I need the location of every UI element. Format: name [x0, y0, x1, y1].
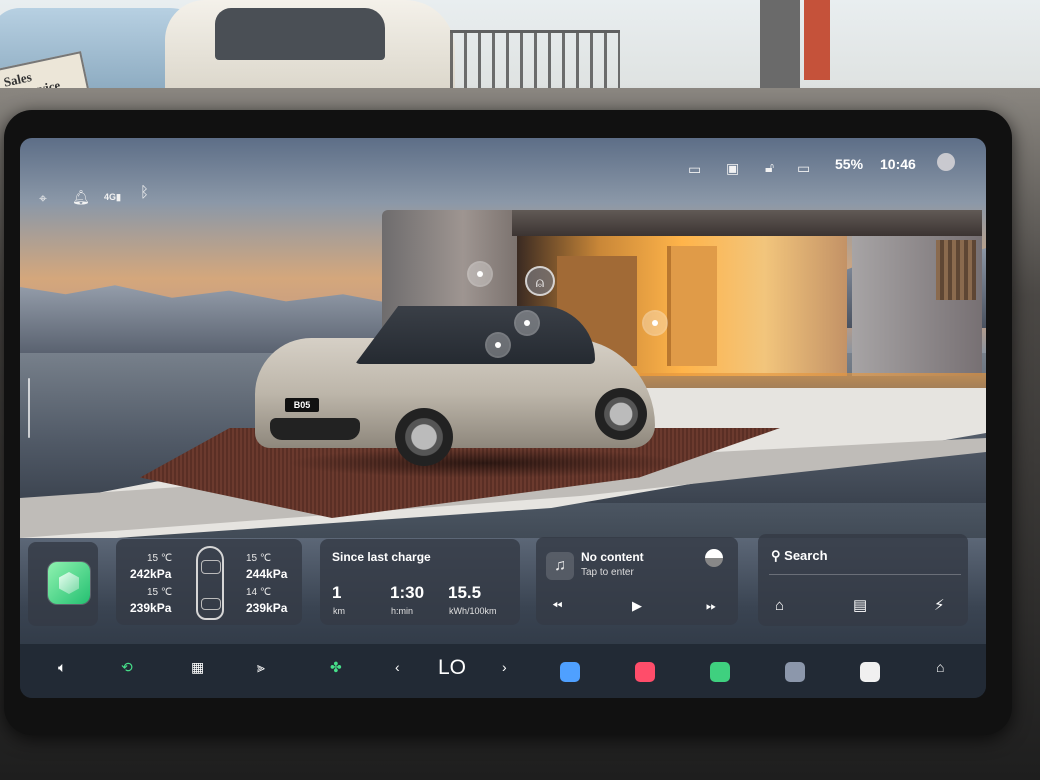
drawer-handle[interactable] — [28, 378, 30, 438]
search-divider — [769, 574, 961, 575]
climate-temperature[interactable]: LO — [438, 657, 466, 679]
duration-value: 1:30 — [390, 583, 425, 602]
cube-app-icon[interactable] — [48, 562, 90, 604]
music-app-icon[interactable] — [635, 662, 655, 682]
tire-rr-temp: 14 ℃ — [246, 587, 272, 598]
tire-rr-pressure: 239kPa — [246, 601, 288, 615]
charging-bolt-icon[interactable]: ⚡︎ — [934, 597, 945, 615]
recirculation-icon[interactable]: ⟲ — [121, 658, 133, 676]
vehicle-badge: B05 — [285, 398, 319, 412]
tire-fl-temp: 15 ℃ — [147, 553, 173, 564]
infotainment-screen: B05 ⍝ ⌖ 🔔︎ 4G▮ ᛒ ▭ ▣ 🔓︎ ▭ 55% 10:46 15 ℃… — [20, 138, 986, 698]
front-wheel — [395, 408, 453, 466]
search-icon: ⚲ — [771, 548, 781, 563]
distance-value: 1 — [332, 583, 342, 602]
battery-percent: 55% — [835, 156, 864, 172]
rear-defrost-icon[interactable]: ▦ — [191, 658, 204, 676]
distance-unit: km — [333, 606, 345, 616]
unlock-icon[interactable]: 🔓︎ — [765, 158, 774, 176]
previous-icon[interactable]: ⏪︎ — [552, 598, 562, 614]
hotspot-frunk[interactable] — [469, 263, 491, 285]
tire-fr-pressure: 244kPa — [246, 567, 288, 581]
hotspot-mirror[interactable] — [487, 334, 509, 356]
temp-decrease-icon[interactable]: ‹ — [395, 658, 400, 676]
location-icon[interactable]: ⌖ — [39, 189, 47, 207]
clock: 10:46 — [880, 156, 916, 172]
vehicle-model[interactable]: B05 — [255, 298, 685, 478]
user-avatar[interactable] — [937, 153, 955, 171]
since-last-charge-title: Since last charge — [332, 550, 431, 564]
bluetooth-icon[interactable]: ᛒ — [140, 184, 149, 202]
app-launcher-icon[interactable] — [860, 662, 880, 682]
search-field[interactable]: ⚲ Search — [771, 548, 828, 564]
home-icon[interactable]: ⌂ — [775, 597, 784, 615]
bell-icon[interactable]: 🔔︎ — [72, 188, 90, 206]
pillar — [760, 0, 800, 90]
network-label: 4G — [104, 192, 117, 202]
next-icon[interactable]: ⏩︎ — [706, 598, 716, 614]
maps-app-icon[interactable] — [710, 662, 730, 682]
dashcam-icon[interactable]: ▭ — [688, 160, 701, 178]
red-sign — [804, 0, 830, 80]
stair-railing — [450, 30, 620, 93]
fan-icon[interactable]: ✤ — [330, 658, 342, 676]
tire-rl-temp: 15 ℃ — [147, 587, 173, 598]
dock-home-icon[interactable]: ⌂ — [936, 658, 944, 676]
status-bar: ⌖ 🔔︎ 4G▮ ᛒ ▭ ▣ 🔓︎ ▭ 55% 10:46 — [20, 138, 986, 206]
play-icon[interactable]: ▶ — [632, 598, 642, 614]
battery-icon: ▭ — [797, 160, 811, 176]
duration-unit: h:min — [391, 606, 414, 616]
search-label: Search — [784, 548, 828, 563]
phone-key-icon[interactable]: ▣ — [726, 159, 739, 177]
temp-increase-icon[interactable]: › — [502, 658, 507, 676]
media-source-icon[interactable] — [705, 549, 723, 567]
hotspot-trunk[interactable] — [644, 312, 666, 334]
music-note-icon: ♫ — [546, 552, 574, 580]
signal-icon: 4G▮ — [104, 192, 121, 202]
seat-heat-icon[interactable]: ⫸ — [257, 658, 265, 676]
settings-app-icon[interactable] — [785, 662, 805, 682]
work-briefcase-icon[interactable]: ▤ — [853, 597, 867, 615]
messages-app-icon[interactable] — [560, 662, 580, 682]
rear-wheel — [595, 388, 647, 440]
seat-control-icon[interactable]: ⍝ — [525, 266, 555, 296]
hotspot-window[interactable] — [516, 312, 538, 334]
media-title: No content — [581, 550, 644, 564]
volume-icon[interactable]: 🔈︎ — [58, 658, 66, 676]
tire-fl-pressure: 242kPa — [130, 567, 172, 581]
consumption-unit: kWh/100km — [449, 606, 497, 616]
car-topview-icon — [196, 546, 224, 620]
tire-fr-temp: 15 ℃ — [246, 553, 272, 564]
media-subtitle: Tap to enter — [581, 567, 634, 578]
tire-rl-pressure: 239kPa — [130, 601, 172, 615]
consumption-value: 15.5 — [448, 583, 482, 602]
